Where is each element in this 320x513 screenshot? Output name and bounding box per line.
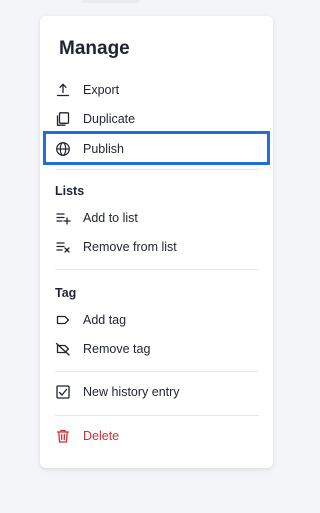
- delete-label: Delete: [83, 429, 120, 443]
- new-history-entry-label: New history entry: [83, 385, 180, 399]
- remove-from-list-menu-item[interactable]: Remove from list: [43, 233, 270, 261]
- remove-from-list-icon: [56, 242, 70, 253]
- export-label: Export: [83, 83, 120, 97]
- add-tag-menu-item[interactable]: Add tag: [43, 306, 270, 334]
- background-tab-edge: [82, 0, 140, 3]
- duplicate-menu-item[interactable]: Duplicate: [43, 105, 270, 133]
- delete-menu-item[interactable]: Delete: [43, 422, 270, 450]
- new-history-entry-menu-item[interactable]: New history entry: [43, 378, 270, 406]
- divider: [55, 371, 259, 372]
- divider: [55, 169, 259, 170]
- add-to-list-icon: [56, 213, 71, 225]
- globe-icon: [56, 142, 70, 156]
- menu-title: Manage: [59, 38, 130, 59]
- publish-label: Publish: [83, 142, 124, 156]
- add-to-list-label: Add to list: [83, 211, 138, 225]
- tag-off-icon: [55, 342, 70, 356]
- export-menu-item[interactable]: Export: [43, 76, 270, 104]
- tag-section-label: Tag: [55, 286, 77, 300]
- duplicate-label: Duplicate: [83, 112, 136, 126]
- remove-tag-label: Remove tag: [83, 342, 151, 356]
- lists-section-label: Lists: [55, 184, 85, 198]
- manage-menu: Manage Export Duplicate Publish Lists Ad…: [40, 16, 273, 468]
- remove-from-list-label: Remove from list: [83, 240, 177, 254]
- trash-icon: [56, 429, 70, 443]
- checked-calendar-icon: [56, 385, 70, 399]
- add-to-list-menu-item[interactable]: Add to list: [43, 204, 270, 232]
- add-tag-label: Add tag: [83, 313, 127, 327]
- duplicate-icon: [56, 112, 70, 126]
- remove-tag-menu-item[interactable]: Remove tag: [43, 335, 270, 363]
- export-icon: [56, 83, 70, 97]
- divider: [55, 269, 259, 270]
- publish-menu-item[interactable]: Publish: [43, 131, 270, 165]
- tag-icon: [56, 315, 70, 325]
- divider: [55, 415, 259, 416]
